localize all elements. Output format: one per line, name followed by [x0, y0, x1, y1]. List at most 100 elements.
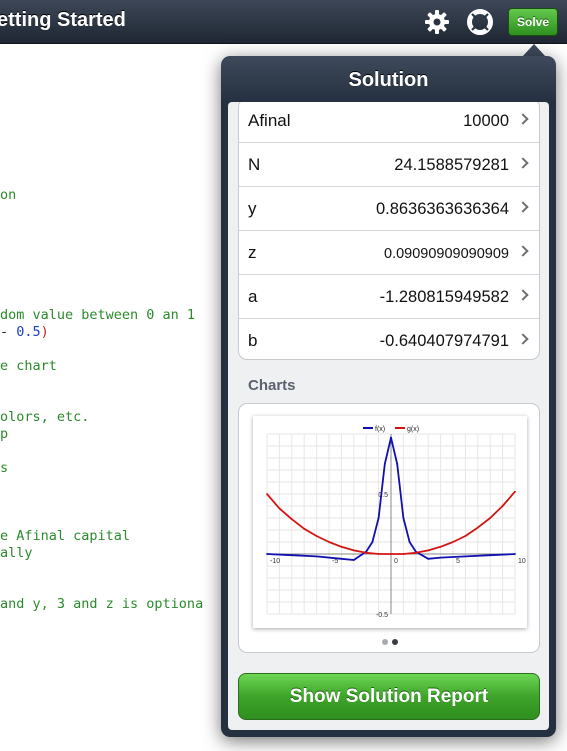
data-point — [396, 463, 399, 465]
chevron-right-icon — [517, 157, 529, 169]
solution-popover: Solution Afinal 10000 N 24.1588579281 y 0.863… — [221, 56, 556, 737]
x-tick-label: 10 — [518, 558, 526, 565]
code-line: p — [0, 426, 9, 442]
data-point — [402, 553, 405, 555]
page-title: etting Started — [0, 9, 126, 31]
data-point — [464, 555, 467, 558]
data-point — [427, 557, 430, 560]
result-row-b[interactable]: b -0.640407974791 — [239, 319, 539, 359]
show-solution-report-button[interactable]: Show Solution Report — [238, 673, 540, 720]
code-token: ) — [40, 324, 49, 340]
code-line: s — [0, 460, 9, 476]
data-point — [476, 526, 479, 529]
data-point — [489, 554, 492, 557]
data-point — [408, 541, 411, 543]
result-value: -1.280815949582 — [379, 288, 509, 306]
data-point — [303, 527, 306, 530]
chart-frame: -10 -5 0 5 10 -0.5 0.5 f(x) g(x) — [253, 416, 527, 628]
data-point — [328, 541, 330, 543]
x-tick-label: -10 — [270, 558, 280, 565]
data-point — [439, 545, 442, 548]
data-point — [439, 556, 442, 559]
data-point — [377, 553, 380, 555]
code-line: e chart — [0, 358, 57, 374]
navigation-bar: etting Started Solve — [0, 0, 567, 44]
chevron-right-icon — [517, 201, 529, 213]
data-point — [390, 553, 392, 555]
page-dot[interactable] — [392, 639, 398, 645]
data-point — [489, 517, 492, 519]
code-line: and y, 3 and z is optiona — [0, 596, 204, 612]
y-tick-label: 0.5 — [378, 492, 388, 499]
code-line: ally — [0, 545, 33, 561]
code-token: 0.5 — [16, 324, 41, 340]
page-dot[interactable] — [382, 639, 388, 645]
result-name: N — [248, 155, 261, 174]
data-point — [427, 549, 430, 552]
function-chart: -10 -5 0 5 10-0.50.5f(x) g(x) — [266, 426, 526, 619]
code-line: on — [0, 187, 17, 203]
data-point — [352, 549, 355, 552]
code-line: dom value between 0 an 1 — [0, 307, 196, 323]
solve-button[interactable]: Solve — [508, 8, 558, 36]
data-point — [514, 490, 516, 493]
popover-content: Afinal 10000 N 24.1588579281 y 0.863636363636… — [228, 102, 549, 730]
data-point — [352, 559, 355, 561]
data-point — [390, 436, 392, 439]
result-value: 24.1588579281 — [394, 156, 509, 174]
result-row-z[interactable]: z 0.09090909090909 — [239, 231, 539, 275]
x-tick-label: 0 — [394, 558, 398, 565]
result-name: b — [248, 331, 258, 350]
code-token: - — [0, 324, 17, 340]
results-table: Afinal 10000 N 24.1588579281 y 0.863636363636… — [238, 102, 540, 360]
chevron-right-icon — [517, 245, 529, 257]
result-value: 0.09090909090909 — [384, 246, 509, 262]
result-row-n[interactable]: N 24.1588579281 — [239, 143, 539, 187]
charts-section-label: Charts — [248, 377, 296, 394]
result-name: z — [248, 243, 257, 262]
data-point — [315, 555, 318, 558]
data-point — [452, 541, 454, 543]
y-tick-label: -0.5 — [376, 612, 388, 619]
legend-label: g(x) — [407, 426, 419, 433]
result-name: Afinal — [248, 111, 291, 130]
code-line: e Afinal capital — [0, 528, 131, 544]
gear-icon[interactable] — [424, 9, 450, 35]
help-lifebuoy-icon[interactable] — [467, 9, 493, 35]
code-line: olors, etc. — [0, 409, 90, 425]
result-row-y[interactable]: y 0.8636363636364 — [239, 187, 539, 231]
data-point — [414, 551, 417, 554]
data-point — [365, 551, 368, 554]
result-name: y — [248, 199, 257, 218]
popover-title: Solution — [348, 69, 429, 91]
data-point — [464, 535, 467, 537]
data-point — [402, 517, 405, 519]
data-point — [290, 554, 293, 557]
result-row-a[interactable]: a -1.280815949582 — [239, 275, 539, 319]
data-point — [514, 553, 516, 555]
x-tick-label: 5 — [456, 558, 460, 565]
data-point — [290, 518, 293, 521]
data-point — [340, 545, 343, 548]
data-point — [501, 505, 504, 507]
chevron-right-icon — [517, 289, 529, 301]
legend-label: f(x) — [375, 426, 385, 433]
data-point — [340, 557, 343, 560]
data-point — [383, 463, 386, 465]
data-point — [377, 517, 380, 519]
result-value: 10000 — [463, 112, 509, 130]
data-point — [266, 493, 268, 495]
code-line: - 0.5) — [0, 324, 49, 340]
chart-card[interactable]: -10 -5 0 5 10 -0.5 0.5 f(x) g(x) — [238, 403, 540, 653]
result-value: -0.640407974791 — [379, 332, 509, 350]
result-row-afinal[interactable]: Afinal 10000 — [239, 102, 539, 143]
data-point — [315, 535, 318, 537]
chevron-right-icon — [517, 113, 529, 125]
chevron-right-icon — [517, 333, 529, 345]
page-indicator[interactable] — [239, 632, 541, 650]
data-point — [266, 553, 268, 555]
result-value: 0.8636363636364 — [375, 200, 509, 218]
data-point — [371, 541, 374, 543]
data-point — [278, 507, 281, 510]
result-name: a — [248, 287, 258, 306]
